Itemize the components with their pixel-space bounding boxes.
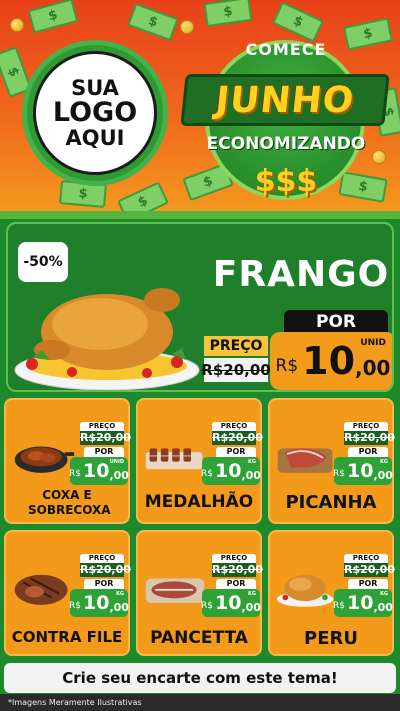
product-card[interactable]: PREÇO R$20,00 POR R$ 10,00 KG PANCETTA bbox=[136, 530, 263, 656]
logo-text-line3: AQUI bbox=[65, 126, 125, 151]
old-price-label: PREÇO bbox=[344, 554, 388, 563]
price-integer: 10 bbox=[215, 460, 242, 482]
price-unit: KG bbox=[116, 591, 124, 597]
old-price-label: PREÇO bbox=[212, 422, 256, 431]
money-bill-icon bbox=[127, 2, 179, 42]
price-unit: KG bbox=[380, 459, 388, 465]
badge-dollar-symbols: $$$ bbox=[254, 164, 318, 199]
price-decimal: ,00 bbox=[373, 468, 393, 482]
price-unit: KG bbox=[248, 459, 256, 465]
old-price-label: PREÇO bbox=[80, 554, 124, 563]
product-price: R$ 10,00 KG bbox=[333, 589, 393, 617]
new-price-label: POR bbox=[216, 447, 256, 457]
old-price-label: PREÇO bbox=[212, 554, 256, 563]
new-price-label: POR bbox=[284, 310, 388, 334]
coin-icon bbox=[10, 18, 24, 32]
new-price-label: POR bbox=[216, 579, 256, 589]
badge-top-text: COMECE bbox=[245, 40, 327, 59]
logo-placeholder: SUA LOGO AQUI bbox=[22, 40, 168, 186]
price-integer: 10 bbox=[302, 339, 356, 383]
price-decimal: ,00 bbox=[109, 468, 129, 482]
old-price-label: PREÇO bbox=[204, 336, 268, 356]
product-card[interactable]: PREÇO R$20,00 POR R$ 10,00 KG PERU bbox=[268, 530, 395, 656]
pancetta-icon bbox=[145, 578, 205, 604]
badge-main-text: JUNHO bbox=[213, 79, 357, 121]
price-currency: R$ bbox=[69, 469, 82, 479]
price-decimal: ,00 bbox=[355, 356, 391, 380]
product-price: R$ 10,00 KG bbox=[333, 457, 393, 485]
price-currency: R$ bbox=[69, 601, 82, 611]
old-price-value: R$20,00 bbox=[212, 431, 263, 445]
price-decimal: ,00 bbox=[241, 600, 261, 614]
roast-chicken-icon bbox=[14, 288, 200, 390]
badge-main-plate: JUNHO bbox=[180, 74, 390, 126]
featured-product-name: FRANGO bbox=[212, 254, 390, 295]
product-name: MEDALHÃO bbox=[144, 492, 254, 512]
discount-badge: -50% bbox=[18, 242, 68, 282]
price-unit: KG bbox=[380, 591, 388, 597]
product-name: PANCETTA bbox=[150, 628, 248, 648]
skewers-icon bbox=[145, 448, 203, 470]
money-bill-icon bbox=[27, 0, 79, 34]
product-card[interactable]: PREÇO R$20,00 POR R$ 10,00 KG MEDALHÃO bbox=[136, 398, 263, 524]
money-bill-icon bbox=[117, 181, 169, 215]
old-price-label: PREÇO bbox=[80, 422, 124, 431]
header-banner: SUA LOGO AQUI COMECE JUNHO ECONOMIZANDO … bbox=[0, 0, 400, 215]
product-name: CONTRA FILE bbox=[11, 628, 123, 646]
product-card[interactable]: PREÇO R$20,00 POR R$ 10,00 UNID COXA E SOBRECO… bbox=[4, 398, 131, 524]
price-unit: UNID bbox=[109, 459, 124, 465]
old-price-value: R$20,00 bbox=[344, 563, 395, 577]
new-price-label: POR bbox=[348, 579, 388, 589]
roast-turkey-icon bbox=[276, 574, 334, 607]
product-card[interactable]: PREÇO R$20,00 POR R$ 10,00 KG CONTRA FILE bbox=[4, 530, 131, 656]
grilled-steak-icon bbox=[14, 574, 68, 605]
product-price: R$ 10,00 KG bbox=[201, 589, 261, 617]
coin-icon bbox=[180, 20, 194, 34]
price-decimal: ,00 bbox=[109, 600, 129, 614]
new-price-label: POR bbox=[84, 579, 124, 589]
chicken-pan-icon bbox=[14, 446, 75, 473]
product-price: R$ 10,00 KG bbox=[201, 457, 261, 485]
product-card[interactable]: PREÇO R$20,00 POR R$ 10,00 KG PICANHA bbox=[268, 398, 395, 524]
price-unit: KG bbox=[248, 591, 256, 597]
price-currency: R$ bbox=[201, 601, 214, 611]
price-currency: R$ bbox=[201, 469, 214, 479]
product-name: COXA E SOBRECOXA bbox=[28, 488, 111, 517]
price-currency: R$ bbox=[333, 469, 346, 479]
badge-sub-text: ECONOMIZANDO bbox=[206, 134, 366, 154]
price-currency: R$ bbox=[275, 356, 299, 376]
old-price-value: R$20,00 bbox=[80, 431, 131, 445]
new-price-label: POR bbox=[348, 447, 388, 457]
product-name: PICANHA bbox=[285, 492, 377, 513]
old-price-value: R$20,00 bbox=[80, 563, 131, 577]
logo-text-line1: SUA bbox=[71, 75, 119, 100]
price-decimal: ,00 bbox=[241, 468, 261, 482]
old-price-value: R$20,00 bbox=[344, 431, 395, 445]
price-decimal: ,00 bbox=[373, 600, 393, 614]
logo-circle: SUA LOGO AQUI bbox=[33, 51, 157, 175]
featured-product-card[interactable]: -50% FRANGO PREÇO R$20,00 POR R$ 10 ,00 … bbox=[6, 222, 394, 392]
product-price: R$ 10,00 KG bbox=[69, 589, 129, 617]
price-integer: 10 bbox=[215, 592, 242, 614]
product-name: PERU bbox=[304, 628, 358, 649]
price-integer: 10 bbox=[347, 592, 374, 614]
footer-disclaimer: *Imagens Meramente Ilustrativas bbox=[0, 694, 400, 711]
old-price-value: R$20,00 bbox=[212, 563, 263, 577]
money-bill-icon bbox=[203, 0, 253, 28]
logo-text-line2: LOGO bbox=[52, 96, 138, 128]
price-integer: 10 bbox=[83, 592, 110, 614]
price-unit: UNID bbox=[360, 338, 386, 348]
price-currency: R$ bbox=[333, 601, 346, 611]
steak-board-icon bbox=[277, 448, 333, 473]
new-price-label: POR bbox=[84, 447, 124, 457]
product-price: R$ 10,00 UNID bbox=[69, 457, 129, 485]
promo-badge: COMECE JUNHO ECONOMIZANDO $$$ bbox=[180, 34, 390, 214]
price-integer: 10 bbox=[347, 460, 374, 482]
header-separator bbox=[0, 211, 400, 219]
old-price-label: PREÇO bbox=[344, 422, 388, 431]
price-integer: 10 bbox=[83, 460, 110, 482]
featured-price: R$ 10 ,00 UNID bbox=[270, 332, 392, 390]
old-price-value: R$20,00 bbox=[201, 358, 271, 382]
cta-button[interactable]: Crie seu encarte com este tema! bbox=[4, 663, 396, 693]
